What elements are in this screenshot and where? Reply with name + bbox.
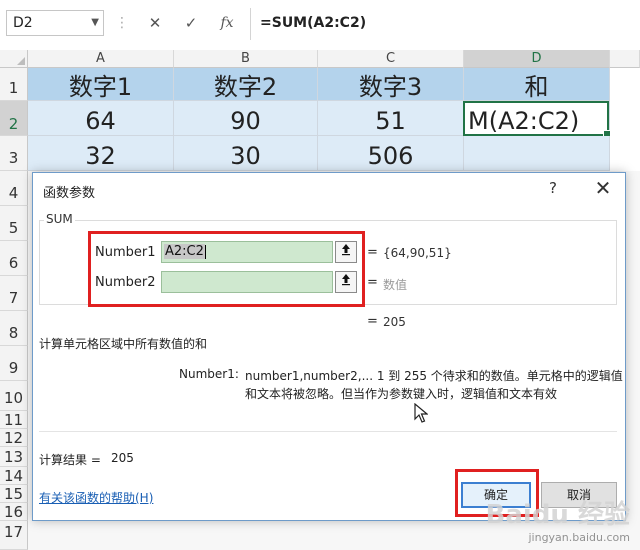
cell-c3[interactable]: 506 bbox=[318, 136, 464, 171]
formula-input[interactable]: =SUM(A2:C2) bbox=[260, 12, 366, 34]
row-header-8[interactable]: 8 bbox=[0, 311, 28, 346]
watermark-logo: Baidu 经验 bbox=[485, 500, 630, 530]
number1-equals: = bbox=[367, 245, 378, 260]
function-name-label: SUM bbox=[44, 212, 75, 226]
row-header-12[interactable]: 12 bbox=[0, 429, 28, 447]
formula-result-value: 205 bbox=[383, 315, 406, 329]
name-box-value: D2 bbox=[13, 15, 33, 31]
cell-d3[interactable] bbox=[464, 136, 610, 171]
baidu-watermark: Baidu 经验 jingyan.baidu.com bbox=[486, 494, 630, 544]
row-header-13[interactable]: 13 bbox=[0, 447, 28, 467]
column-header-d[interactable]: D bbox=[464, 50, 610, 68]
formula-bar-grip: ⋮ bbox=[115, 15, 129, 31]
number2-equals: = bbox=[367, 275, 378, 290]
column-header-e[interactable] bbox=[610, 50, 640, 68]
cell-b1[interactable]: 数字2 bbox=[174, 68, 318, 101]
function-arguments-dialog: 函数参数 ? ✕ SUM Number1 A2:C2 = {64,90,51} … bbox=[32, 172, 626, 521]
row-header-7[interactable]: 7 bbox=[0, 276, 28, 311]
cell-c2[interactable]: 51 bbox=[318, 101, 464, 136]
row-header-9[interactable]: 9 bbox=[0, 346, 28, 381]
mouse-cursor-icon bbox=[414, 403, 428, 423]
dialog-title: 函数参数 bbox=[43, 186, 96, 201]
row-header-11[interactable]: 11 bbox=[0, 411, 28, 429]
formula-result-equals: = bbox=[367, 314, 378, 329]
row-header-14[interactable]: 14 bbox=[0, 467, 28, 485]
row-header-4[interactable]: 4 bbox=[0, 171, 28, 206]
arg-description-line1: number1,number2,... 1 到 255 个待求和的数值。单元格中… bbox=[245, 369, 623, 383]
number2-result: 数值 bbox=[383, 278, 408, 292]
column-header-c[interactable]: C bbox=[318, 50, 464, 68]
inputs-highlight-box bbox=[88, 231, 365, 307]
cell-a2[interactable]: 64 bbox=[28, 101, 174, 136]
row-header-3[interactable]: 3 bbox=[0, 136, 28, 171]
name-box[interactable]: D2 ▼ bbox=[6, 10, 104, 36]
column-header-b[interactable]: B bbox=[174, 50, 318, 68]
close-icon[interactable]: ✕ bbox=[589, 175, 617, 201]
cell-d1[interactable]: 和 bbox=[464, 68, 610, 101]
cell-a3[interactable]: 32 bbox=[28, 136, 174, 171]
function-help-link[interactable]: 有关该函数的帮助(H) bbox=[39, 489, 153, 506]
row-header-5[interactable]: 5 bbox=[0, 206, 28, 241]
row-header-16[interactable]: 16 bbox=[0, 503, 28, 521]
active-cell-border bbox=[463, 101, 611, 138]
function-description: 计算单元格区域中所有数值的和 bbox=[39, 337, 208, 351]
arg-description-line2: 和文本将被忽略。但当作为参数键入时，逻辑值和文本有效 bbox=[245, 387, 558, 401]
number1-result: {64,90,51} bbox=[383, 246, 452, 260]
dialog-separator bbox=[39, 431, 617, 432]
cell-a1[interactable]: 数字1 bbox=[28, 68, 174, 101]
calc-result-value: 205 bbox=[111, 451, 134, 465]
row-header-2[interactable]: 2 bbox=[0, 101, 28, 136]
cell-b2[interactable]: 90 bbox=[174, 101, 318, 136]
cell-c1[interactable]: 数字3 bbox=[318, 68, 464, 101]
row-header-17[interactable]: 17 bbox=[0, 521, 28, 550]
watermark-url: jingyan.baidu.com bbox=[528, 531, 630, 544]
row-header-15[interactable]: 15 bbox=[0, 485, 28, 503]
row-header-6[interactable]: 6 bbox=[0, 241, 28, 276]
formula-divider bbox=[250, 8, 251, 40]
insert-function-icon[interactable]: fx bbox=[215, 12, 239, 34]
arg-description-label: Number1: bbox=[179, 367, 239, 381]
help-icon[interactable]: ? bbox=[549, 179, 557, 197]
column-header-a[interactable]: A bbox=[28, 50, 174, 68]
row-header-10[interactable]: 10 bbox=[0, 381, 28, 411]
select-all-corner[interactable] bbox=[0, 50, 28, 68]
formula-bar: D2 ▼ ⋮ ✕ ✓ fx =SUM(A2:C2) bbox=[0, 0, 640, 51]
row-header-1[interactable]: 1 bbox=[0, 68, 28, 101]
calc-result-label: 计算结果 = bbox=[39, 453, 101, 467]
cancel-entry-icon[interactable]: ✕ bbox=[143, 12, 167, 34]
cell-b3[interactable]: 30 bbox=[174, 136, 318, 171]
chevron-down-icon[interactable]: ▼ bbox=[91, 11, 99, 35]
enter-entry-icon[interactable]: ✓ bbox=[179, 12, 203, 34]
